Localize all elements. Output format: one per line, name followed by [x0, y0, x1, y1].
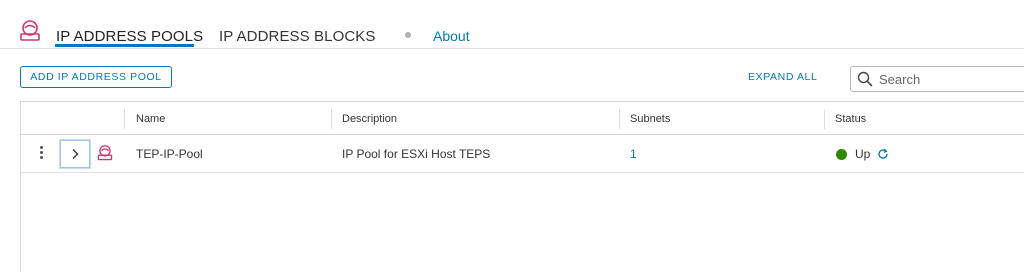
column-header-description[interactable]: Description: [342, 113, 397, 125]
ip-pools-table: Name Description Subnets Status TEP-IP-P…: [20, 101, 1024, 272]
status-text: Up: [855, 147, 871, 161]
top-navigation: IP ADDRESS POOLS IP ADDRESS BLOCKS About: [0, 0, 1024, 49]
pool-name: TEP-IP-Pool: [136, 147, 203, 161]
network-pool-icon: [97, 145, 113, 161]
network-pool-icon: [20, 20, 40, 41]
refresh-icon[interactable]: [877, 148, 889, 160]
pool-description: IP Pool for ESXi Host TEPS: [342, 147, 491, 161]
row-expand-button[interactable]: [60, 140, 90, 168]
expand-all-button[interactable]: EXPAND ALL: [748, 71, 817, 83]
table-row[interactable]: TEP-IP-Pool IP Pool for ESXi Host TEPS 1…: [21, 135, 1024, 173]
search-icon: [857, 71, 873, 87]
subnets-count-link[interactable]: 1: [630, 147, 637, 161]
column-header-status[interactable]: Status: [835, 113, 866, 125]
column-separator: [124, 109, 125, 129]
column-header-subnets[interactable]: Subnets: [630, 113, 670, 125]
column-separator: [331, 109, 332, 129]
tab-ip-address-pools[interactable]: IP ADDRESS POOLS: [56, 28, 203, 45]
separator-dot: [405, 32, 411, 38]
tab-ip-address-blocks[interactable]: IP ADDRESS BLOCKS: [219, 28, 375, 45]
column-separator: [619, 109, 620, 129]
chevron-right-icon: [72, 149, 79, 159]
search-input[interactable]: [877, 69, 1024, 89]
active-tab-indicator: [55, 44, 194, 47]
column-header-name[interactable]: Name: [136, 113, 165, 125]
column-separator: [824, 109, 825, 129]
add-ip-address-pool-button[interactable]: ADD IP ADDRESS POOL: [20, 66, 172, 88]
about-link[interactable]: About: [433, 28, 470, 44]
search-box[interactable]: [850, 66, 1024, 92]
status-indicator: [836, 149, 847, 160]
table-header: Name Description Subnets Status: [21, 102, 1024, 135]
row-actions-menu-icon[interactable]: [37, 144, 45, 162]
